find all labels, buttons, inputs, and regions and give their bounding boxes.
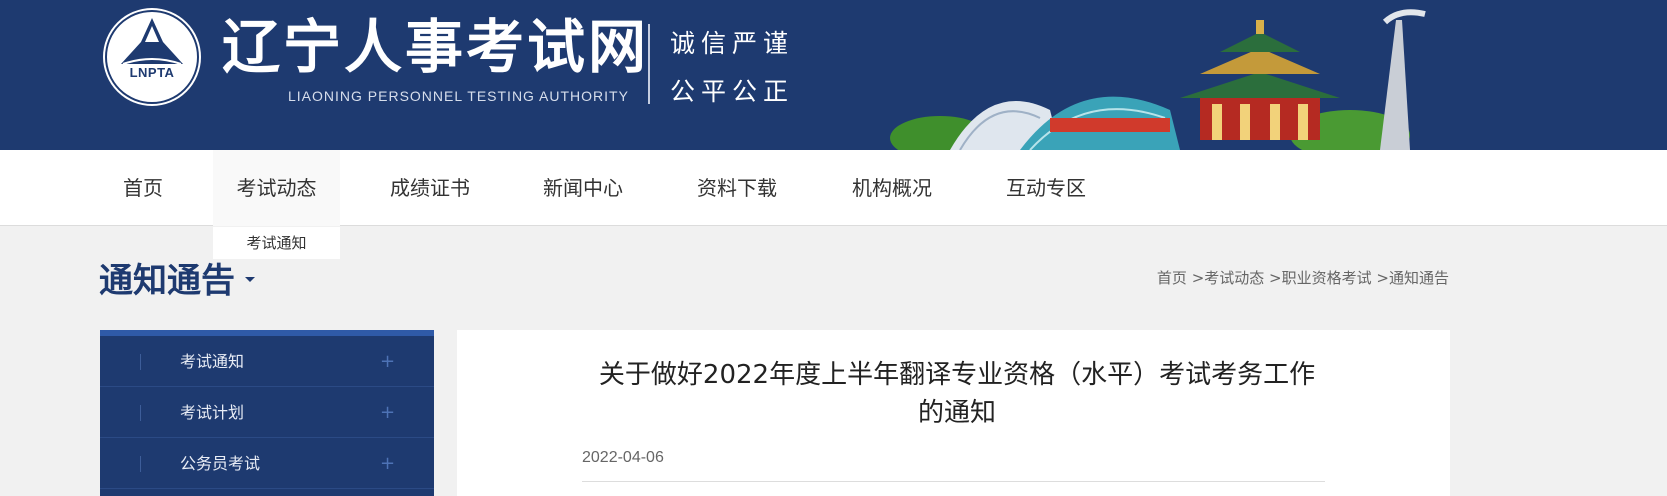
article-date: 2022-04-06 — [582, 449, 664, 466]
sidebar-item-label: 考试通知 — [180, 352, 245, 371]
nav-item-home[interactable]: 首页 — [123, 150, 163, 226]
nav-item-scores-certificates[interactable]: 成绩证书 — [390, 150, 470, 226]
site-subtitle: LIAONING PERSONNEL TESTING AUTHORITY — [288, 88, 629, 104]
logo-text: LNPTA — [129, 65, 175, 80]
motto-line-2: 公平公正 — [670, 77, 795, 106]
sidebar-item-exam-plan[interactable]: 考试计划 + — [100, 387, 434, 438]
sidebar: 考试通知 + 考试计划 + 公务员考试 + — [100, 330, 434, 496]
breadcrumb-separator: > — [1186, 269, 1205, 287]
breadcrumb-separator: > — [1264, 269, 1282, 287]
sidebar-tick — [140, 354, 141, 370]
nav-item-exam-news[interactable]: 考试动态 — [213, 150, 340, 226]
site-logo[interactable] — [103, 8, 201, 106]
breadcrumb-notices[interactable]: 通知通告 — [1389, 269, 1449, 287]
article-title-line-1: 关于做好2022年度上半年翻译专业资格（水平）考试考务工作 — [598, 360, 1316, 390]
header-divider — [648, 24, 650, 104]
caret-down-icon[interactable] — [245, 277, 255, 282]
sidebar-item-label: 考试计划 — [180, 403, 245, 422]
main-nav: 首页 考试动态 成绩证书 新闻中心 资料下载 机构概况 互动专区 — [0, 150, 1667, 226]
article-title: 关于做好2022年度上半年翻译专业资格（水平）考试考务工作 的通知 — [582, 356, 1332, 432]
nav-item-organization[interactable]: 机构概况 — [852, 150, 932, 226]
breadcrumb-home[interactable]: 首页 — [1157, 269, 1187, 287]
plus-icon[interactable]: + — [380, 336, 395, 387]
sidebar-item-exam-notice[interactable]: 考试通知 + — [100, 336, 434, 387]
plus-icon[interactable]: + — [380, 438, 395, 489]
motto-line-1: 诚信严谨 — [670, 29, 795, 58]
logo-emblem-icon — [105, 10, 199, 104]
sidebar-tick — [140, 456, 141, 472]
sidebar-item-label: 公务员考试 — [180, 454, 261, 473]
article-panel: 关于做好2022年度上半年翻译专业资格（水平）考试考务工作 的通知 2022-0… — [457, 330, 1450, 496]
nav-item-downloads[interactable]: 资料下载 — [697, 150, 777, 226]
nav-item-news-center[interactable]: 新闻中心 — [543, 150, 623, 226]
sidebar-item-civil-service-exam[interactable]: 公务员考试 + — [100, 438, 434, 489]
sidebar-tick — [140, 405, 141, 421]
breadcrumb-separator: > — [1371, 269, 1389, 287]
article-title-line-2: 的通知 — [917, 398, 996, 428]
nav-item-interaction[interactable]: 互动专区 — [1006, 150, 1086, 226]
article-divider — [582, 481, 1325, 482]
breadcrumb-exam-news[interactable]: 考试动态 — [1204, 269, 1264, 287]
plus-icon[interactable]: + — [380, 387, 395, 438]
breadcrumb-professional-exam[interactable]: 职业资格考试 — [1282, 269, 1372, 287]
header-banner: LNPTA 辽宁人事考试网 LIAONING PERSONNEL TESTING… — [0, 0, 1667, 150]
banner-landmarks-image — [890, 9, 1426, 150]
site-title: 辽宁人事考试网 — [222, 13, 650, 81]
page-title: 通知通告 — [99, 261, 235, 301]
breadcrumb: 首页 >考试动态 >职业资格考试 >通知通告 — [1157, 267, 1449, 288]
